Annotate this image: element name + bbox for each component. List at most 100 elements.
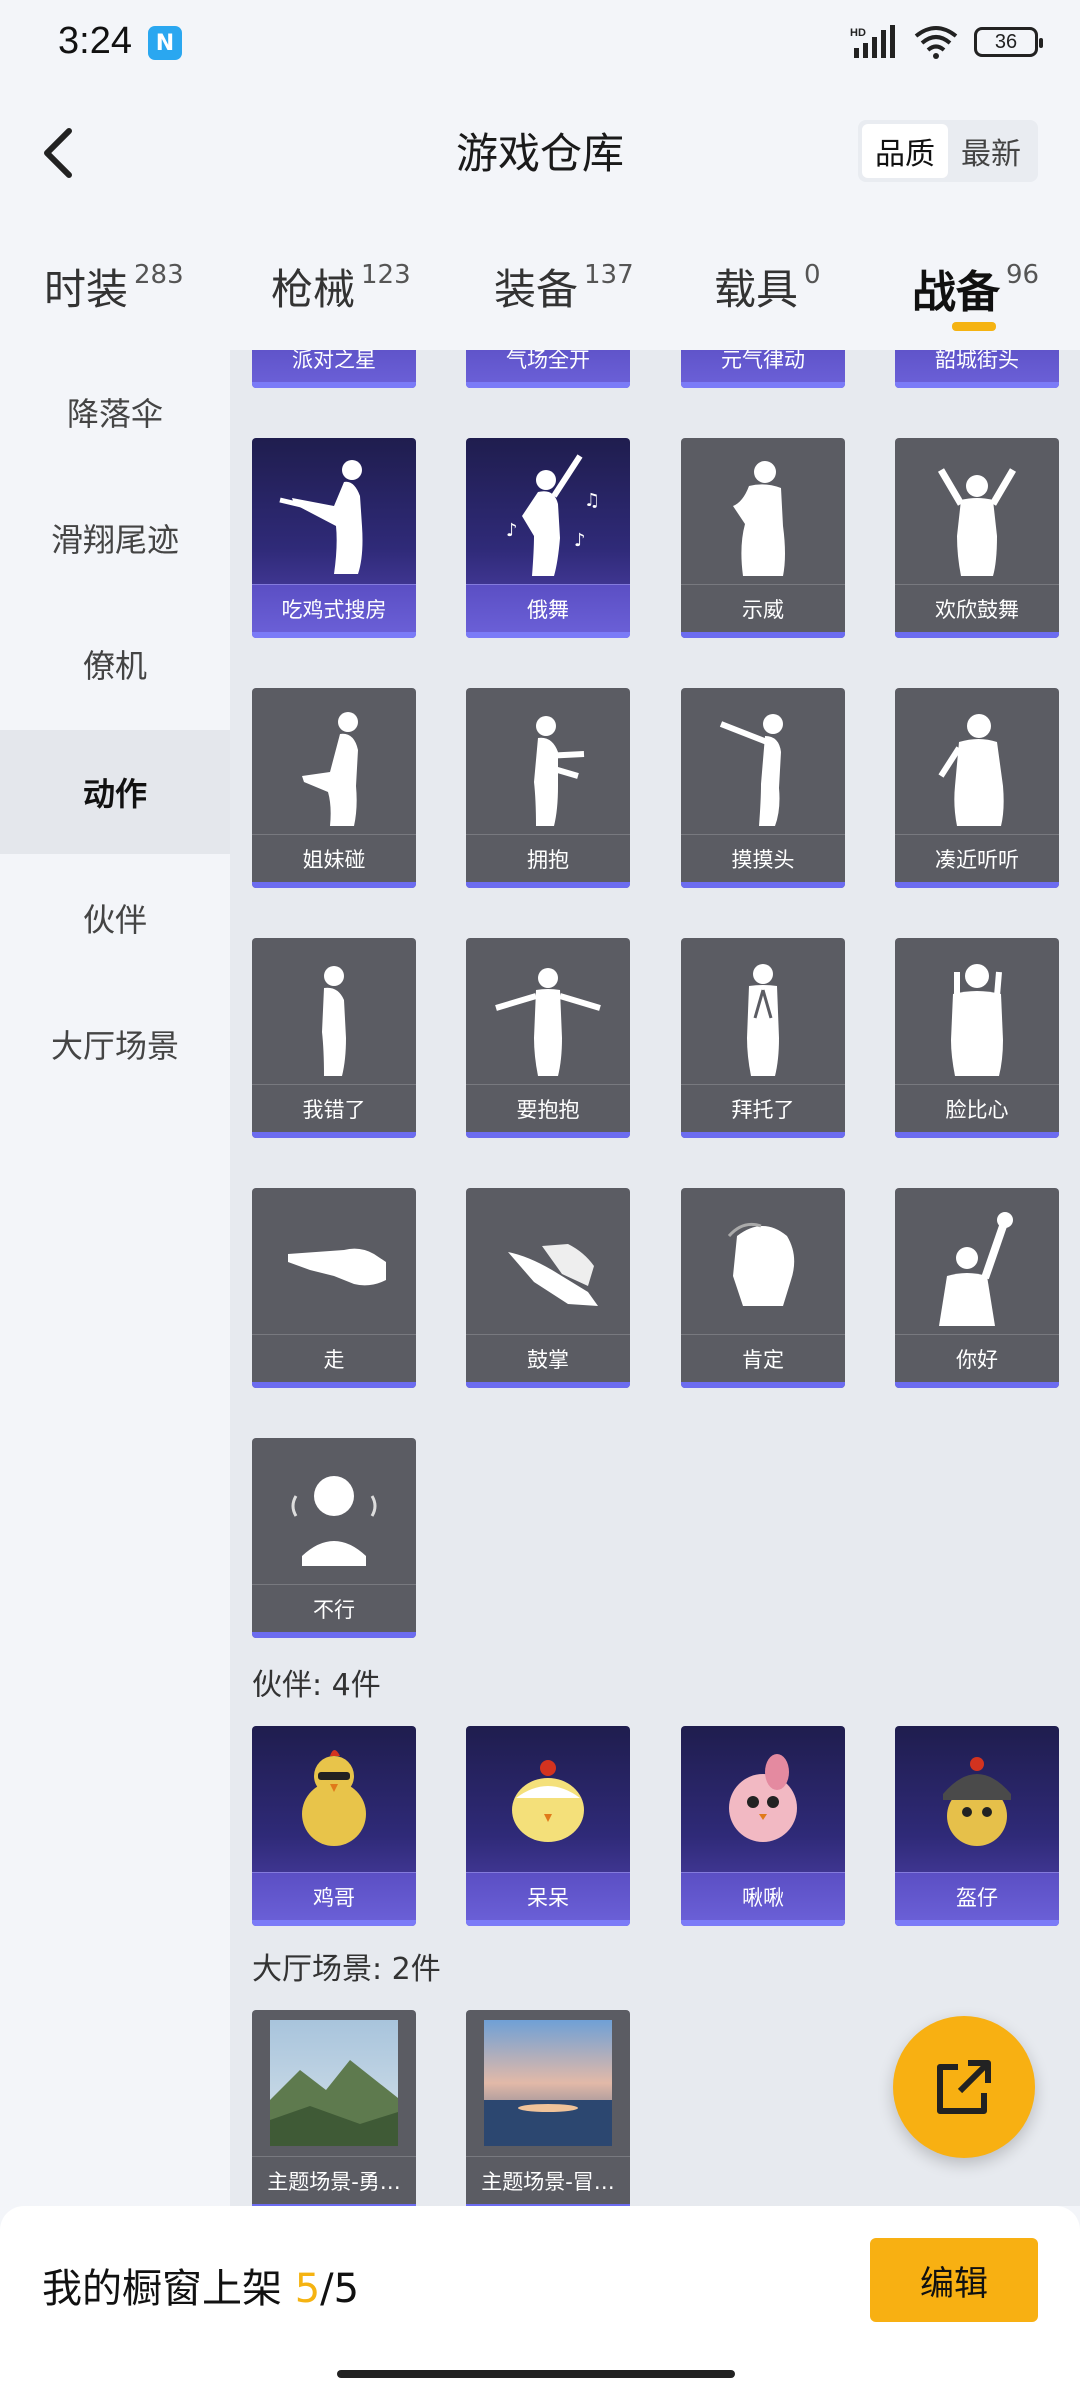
tab-fashion[interactable]: 时装 283 bbox=[44, 256, 184, 336]
item-card[interactable]: 你好 bbox=[895, 1188, 1059, 1388]
edit-button[interactable]: 编辑 bbox=[870, 2238, 1038, 2322]
item-card[interactable]: 要抱抱 bbox=[466, 938, 630, 1138]
category-tabs: 时装 283 枪械 123 装备 137 载具 0 战备 96 bbox=[0, 236, 1080, 346]
item-label: 主题场景-勇… bbox=[252, 2156, 416, 2204]
item-label: 不行 bbox=[252, 1584, 416, 1632]
item-label: 鼓掌 bbox=[466, 1334, 630, 1382]
item-label: 你好 bbox=[895, 1334, 1059, 1382]
wifi-icon bbox=[914, 26, 958, 59]
tab-equipment[interactable]: 装备 137 bbox=[494, 256, 634, 336]
sort-quality-button[interactable]: 品质 bbox=[862, 124, 948, 178]
emote-figure-icon bbox=[681, 438, 845, 584]
item-card[interactable]: 摸摸头 bbox=[681, 688, 845, 888]
item-grid: 派对之星 气场全开 元气律动 韶城街头 吃鸡式搜房 ♪ ♫ ♪ 俄舞 示威 欢欣鼓舞 bbox=[230, 350, 1080, 2206]
item-card[interactable]: 鸡哥 bbox=[252, 1726, 416, 1926]
item-card[interactable]: 凑近听听 bbox=[895, 688, 1059, 888]
item-label: 拜托了 bbox=[681, 1084, 845, 1132]
item-label: 韶城街头 bbox=[895, 350, 1059, 382]
home-indicator[interactable] bbox=[337, 2370, 735, 2378]
scene-thumbnail bbox=[252, 2010, 416, 2156]
sidebar-item-partners[interactable]: 伙伴 bbox=[0, 856, 230, 980]
partners-section-title: 伙伴: 4件 bbox=[252, 1668, 381, 1703]
item-label: 脸比心 bbox=[895, 1084, 1059, 1132]
emote-figure-icon bbox=[895, 938, 1059, 1084]
battery-icon: 36 bbox=[974, 27, 1043, 57]
item-card[interactable]: 派对之星 bbox=[252, 350, 416, 388]
tab-label: 战备 bbox=[912, 267, 1000, 318]
item-card[interactable]: 韶城街头 bbox=[895, 350, 1059, 388]
tab-label: 枪械 bbox=[271, 265, 356, 314]
sort-newest-button[interactable]: 最新 bbox=[948, 124, 1034, 178]
item-card[interactable]: 脸比心 bbox=[895, 938, 1059, 1138]
item-card[interactable]: 主题场景-冒… bbox=[466, 2010, 630, 2206]
signal-icon: HD bbox=[850, 25, 895, 58]
tab-vehicles[interactable]: 载具 0 bbox=[714, 256, 821, 336]
showcase-label: 我的橱窗上架 bbox=[42, 2266, 295, 2312]
emote-figure-icon bbox=[681, 938, 845, 1084]
item-card[interactable]: 鼓掌 bbox=[466, 1188, 630, 1388]
item-label: 拥抱 bbox=[466, 834, 630, 882]
showcase-total-count: /5 bbox=[320, 2266, 360, 2312]
chicken-partner-icon bbox=[252, 1726, 416, 1872]
svg-text:♪: ♪ bbox=[506, 520, 518, 541]
emote-figure-icon: ♪ ♫ ♪ bbox=[466, 438, 630, 584]
emote-figure-icon bbox=[252, 688, 416, 834]
item-label: 要抱抱 bbox=[466, 1084, 630, 1132]
item-card[interactable]: ♪ ♫ ♪ 俄舞 bbox=[466, 438, 630, 638]
sidebar-item-parachute[interactable]: 降落伞 bbox=[0, 350, 230, 474]
emote-figure-icon bbox=[466, 938, 630, 1084]
item-card[interactable]: 呆呆 bbox=[466, 1726, 630, 1926]
item-label: 姐妹碰 bbox=[252, 834, 416, 882]
svg-text:HD: HD bbox=[850, 27, 866, 39]
item-label: 主题场景-冒… bbox=[466, 2156, 630, 2204]
item-card[interactable]: 气场全开 bbox=[466, 350, 630, 388]
item-card[interactable]: 吃鸡式搜房 bbox=[252, 438, 416, 638]
item-card[interactable]: 元气律动 bbox=[681, 350, 845, 388]
waving-hand-icon bbox=[895, 1188, 1059, 1334]
item-card[interactable]: 我错了 bbox=[252, 938, 416, 1138]
head-shake-icon bbox=[252, 1438, 416, 1584]
item-label: 元气律动 bbox=[681, 350, 845, 382]
item-card[interactable]: 啾啾 bbox=[681, 1726, 845, 1926]
emote-figure-icon bbox=[252, 438, 416, 584]
helmet-chick-partner-icon bbox=[895, 1726, 1059, 1872]
sidebar-item-lobby-scene[interactable]: 大厅场景 bbox=[0, 982, 230, 1106]
item-card[interactable]: 主题场景-勇… bbox=[252, 2010, 416, 2206]
tab-count: 123 bbox=[361, 260, 411, 290]
item-label: 走 bbox=[252, 1334, 416, 1382]
system-icons: HD 36 bbox=[850, 24, 1043, 60]
item-card[interactable]: 欢欣鼓舞 bbox=[895, 438, 1059, 638]
item-card[interactable]: 走 bbox=[252, 1188, 416, 1388]
lobby-section-title: 大厅场景: 2件 bbox=[252, 1952, 441, 1987]
item-card[interactable]: 拥抱 bbox=[466, 688, 630, 888]
item-label: 盔仔 bbox=[895, 1872, 1059, 1920]
tab-label: 载具 bbox=[714, 265, 799, 314]
tab-count: 0 bbox=[804, 260, 821, 290]
status-time: 3:24 bbox=[58, 20, 132, 62]
pointing-hand-icon bbox=[252, 1188, 416, 1334]
pink-bird-partner-icon bbox=[681, 1726, 845, 1872]
tab-count: 96 bbox=[1006, 260, 1040, 290]
item-card[interactable]: 不行 bbox=[252, 1438, 416, 1638]
item-label: 摸摸头 bbox=[681, 834, 845, 882]
item-card[interactable]: 拜托了 bbox=[681, 938, 845, 1138]
chick-partner-icon bbox=[466, 1726, 630, 1872]
tab-firearms[interactable]: 枪械 123 bbox=[271, 256, 411, 336]
emote-figure-icon bbox=[895, 438, 1059, 584]
item-card[interactable]: 姐妹碰 bbox=[252, 688, 416, 888]
emote-figure-icon bbox=[252, 938, 416, 1084]
svg-text:♫: ♫ bbox=[584, 490, 600, 511]
sidebar-item-glide-trail[interactable]: 滑翔尾迹 bbox=[0, 476, 230, 600]
item-label: 凑近听听 bbox=[895, 834, 1059, 882]
share-button[interactable] bbox=[893, 2016, 1035, 2158]
sidebar: 降落伞 滑翔尾迹 僚机 动作 伙伴 大厅场景 bbox=[0, 350, 230, 2206]
emote-figure-icon bbox=[466, 688, 630, 834]
item-label: 我错了 bbox=[252, 1084, 416, 1132]
sidebar-item-wingman[interactable]: 僚机 bbox=[0, 602, 230, 726]
item-card[interactable]: 盔仔 bbox=[895, 1726, 1059, 1926]
item-card[interactable]: 肯定 bbox=[681, 1188, 845, 1388]
item-label: 肯定 bbox=[681, 1334, 845, 1382]
active-tab-indicator bbox=[952, 322, 996, 331]
sidebar-item-emotes[interactable]: 动作 bbox=[0, 730, 230, 854]
item-card[interactable]: 示威 bbox=[681, 438, 845, 638]
